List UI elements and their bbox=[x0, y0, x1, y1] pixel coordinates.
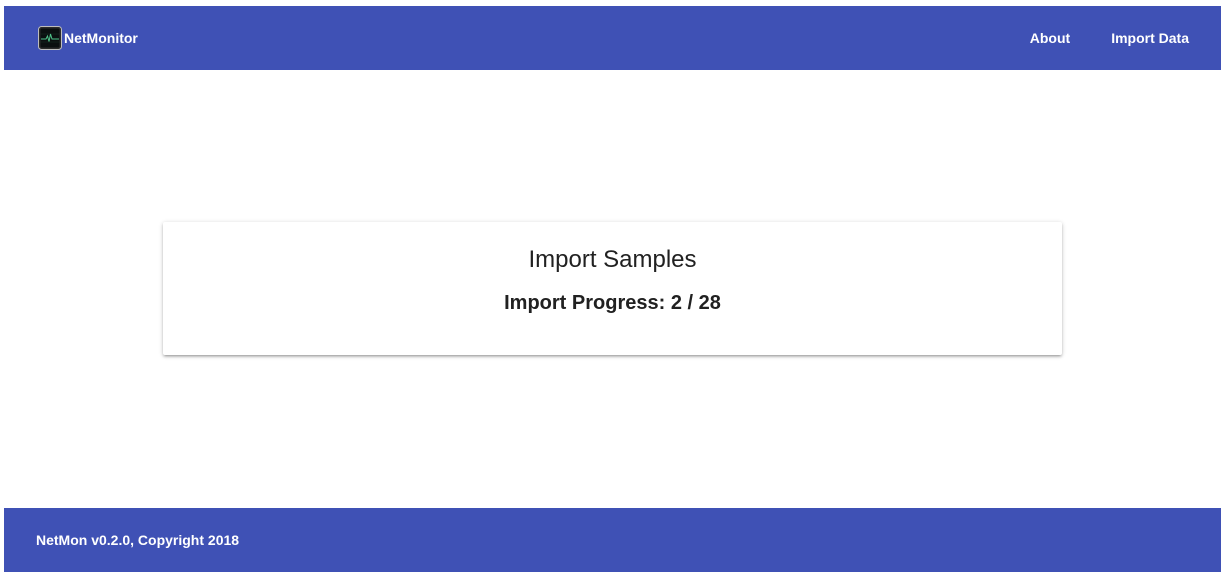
brand-name: NetMonitor bbox=[64, 30, 138, 46]
import-progress-text: Import Progress: 2 / 28 bbox=[504, 292, 721, 314]
brand-link[interactable]: NetMonitor bbox=[38, 26, 138, 50]
nav-link-about[interactable]: About bbox=[1010, 6, 1091, 70]
top-navbar: NetMonitor About Import Data bbox=[4, 6, 1221, 70]
app-frame: NetMonitor About Import Data Import Samp… bbox=[4, 6, 1221, 572]
import-card: Import Samples Import Progress: 2 / 28 bbox=[163, 222, 1062, 355]
nav-link-import-data[interactable]: Import Data bbox=[1091, 6, 1209, 70]
nav-links: About Import Data bbox=[1010, 6, 1209, 70]
activity-monitor-icon bbox=[38, 26, 62, 50]
page-footer: NetMon v0.2.0, Copyright 2018 bbox=[4, 508, 1221, 572]
card-title: Import Samples bbox=[528, 246, 697, 273]
footer-copyright: NetMon v0.2.0, Copyright 2018 bbox=[36, 532, 240, 548]
